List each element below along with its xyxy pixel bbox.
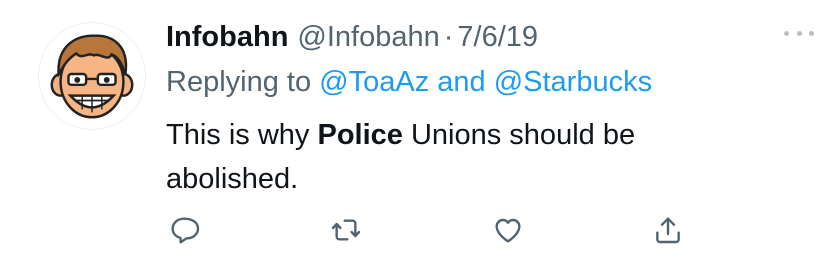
tweet-text-bold: Police <box>317 119 403 151</box>
retweet-icon <box>331 219 361 241</box>
display-name[interactable]: Infobahn <box>166 18 288 56</box>
reply-button[interactable] <box>166 212 202 248</box>
retweet-button[interactable] <box>328 212 364 248</box>
tweet-text-part: This is why <box>166 119 318 151</box>
user-handle[interactable]: @Infobahn <box>297 18 439 56</box>
tweet-header: Infobahn @Infobahn · 7/6/19 <box>166 18 788 56</box>
tweet-actions <box>166 212 686 248</box>
heart-icon <box>495 218 521 243</box>
mention-joiner: and <box>437 66 486 98</box>
replying-prefix: Replying to <box>166 66 312 98</box>
tweet-date[interactable]: 7/6/19 <box>457 18 538 56</box>
cartoon-face-avatar-icon <box>50 34 134 119</box>
mention-link[interactable]: @ToaAz <box>319 66 429 98</box>
mention-link[interactable]: @Starbucks <box>494 66 652 98</box>
tweet-text: This is why Police Unions should be abol… <box>166 113 726 201</box>
tweet-card[interactable]: Infobahn @Infobahn · 7/6/19 Replying to … <box>0 0 828 259</box>
share-icon <box>656 217 680 244</box>
more-dots-icon[interactable] <box>784 28 814 38</box>
separator-dot: · <box>443 21 454 53</box>
like-button[interactable] <box>490 212 526 248</box>
more-dot <box>809 30 814 36</box>
avatar[interactable] <box>38 22 146 130</box>
more-dot <box>796 30 802 36</box>
tweet-content: Infobahn @Infobahn · 7/6/19 Replying to … <box>166 18 788 201</box>
more-dot <box>784 30 789 36</box>
reply-icon <box>171 217 200 244</box>
replying-to-line: Replying to @ToaAz and @Starbucks <box>166 63 788 101</box>
share-button[interactable] <box>650 212 686 248</box>
